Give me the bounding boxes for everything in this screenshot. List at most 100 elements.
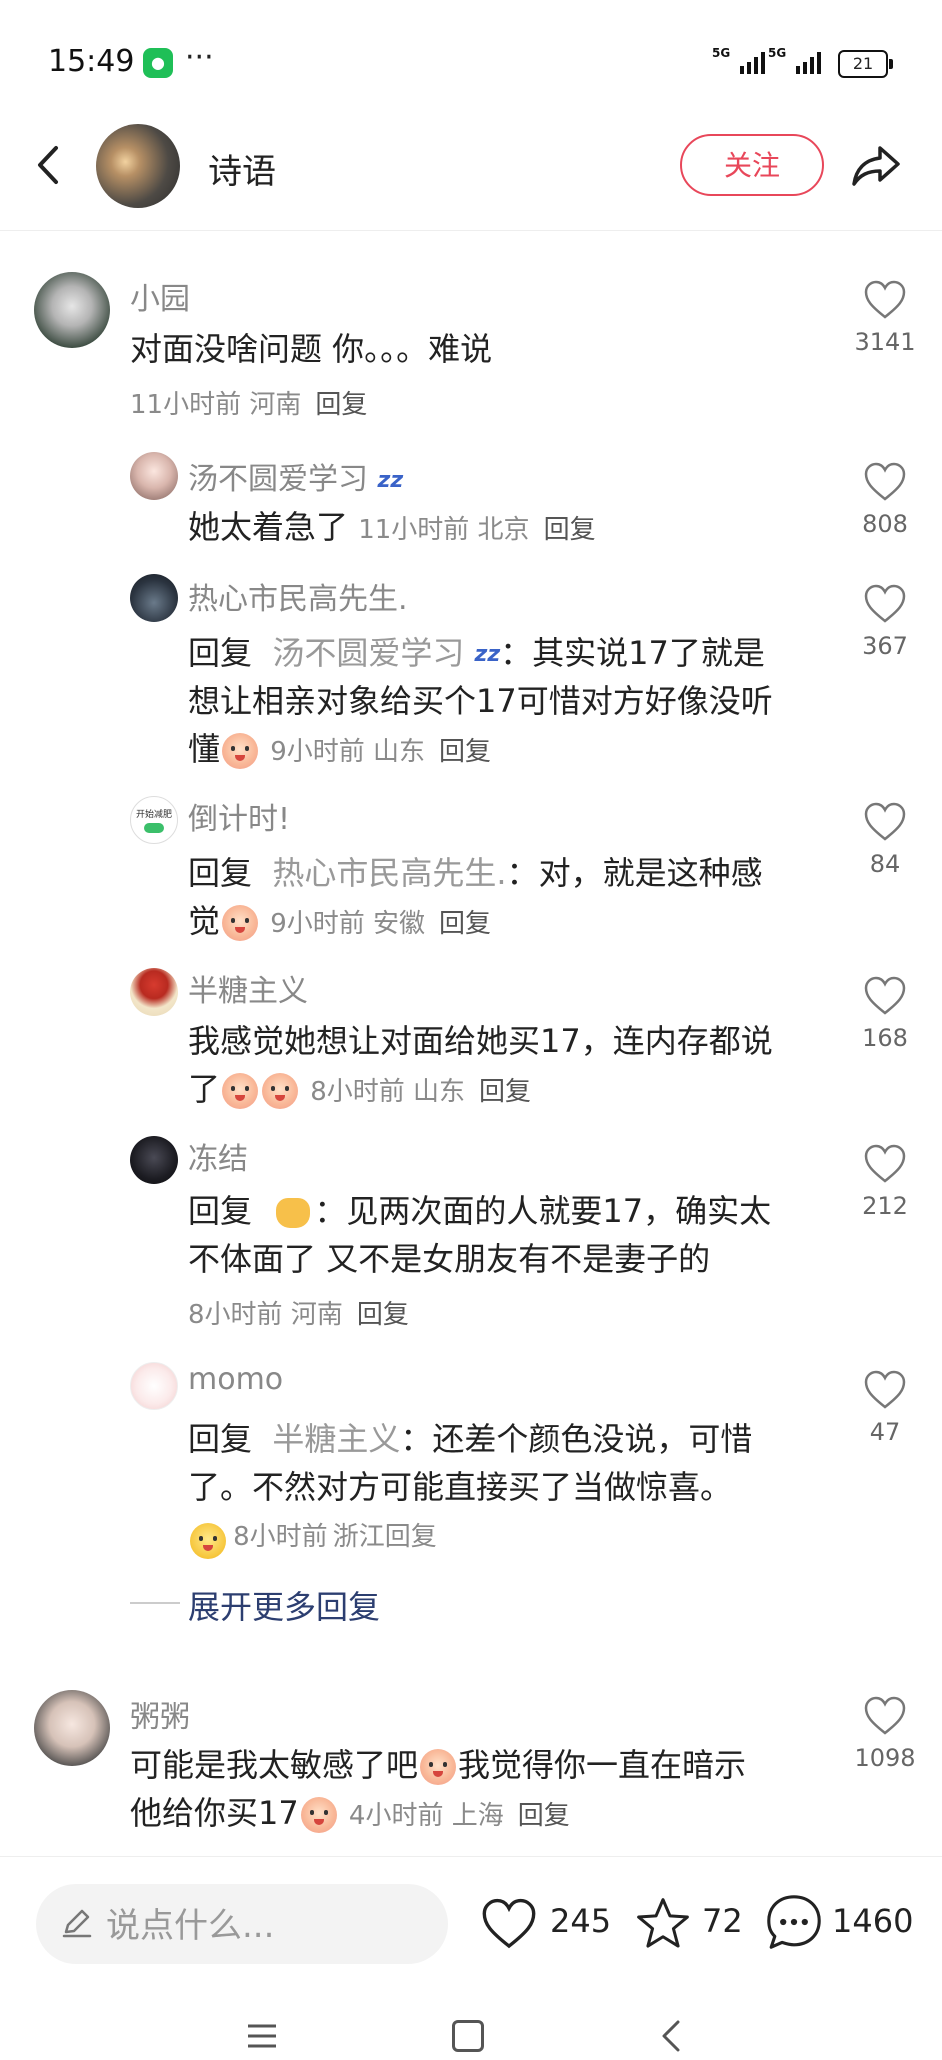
network-label: 5G (712, 46, 731, 60)
post-like-count: 245 (550, 1902, 612, 1940)
like-button[interactable]: 47 (840, 1370, 930, 1446)
avatar[interactable] (130, 452, 178, 500)
reply-button[interactable]: 回复 (385, 1522, 437, 1552)
star-icon[interactable] (634, 1896, 692, 1956)
comment-meta: 9小时前 安徽 回复 (270, 909, 491, 939)
like-button[interactable]: 1098 (840, 1696, 930, 1772)
comment-body-end: 了 (188, 1070, 221, 1108)
menu-icon[interactable] (244, 2020, 280, 2056)
heart-icon[interactable] (863, 584, 907, 624)
comment-body: 见两次面的人就要17，确实太 (346, 1192, 772, 1230)
comment-text-line2: 不体面了 又不是女朋友有不是妻子的 (188, 1240, 711, 1278)
comment-text: 回复 热心市民高先生.：对，就是这种感 (188, 854, 763, 892)
comment-text-line2: 觉 9小时前 安徽 回复 (188, 898, 491, 947)
reply-keyword: 回复 (188, 1192, 253, 1230)
reply-button[interactable]: 回复 (518, 1801, 570, 1831)
comment-text: 对面没啥问题 你。。。难说 (130, 330, 493, 368)
like-button[interactable]: 808 (840, 462, 930, 538)
comment-text: 我感觉她想让对面给她买17，连内存都说 (188, 1022, 773, 1060)
comment-location: 北京 (477, 515, 530, 545)
share-icon[interactable] (848, 140, 904, 192)
comment-time: 8小时前 (188, 1300, 283, 1330)
like-count: 1098 (854, 1744, 916, 1772)
reply-button[interactable]: 回复 (315, 390, 367, 420)
like-count: 168 (862, 1024, 908, 1052)
avatar[interactable] (34, 1690, 110, 1766)
reply-button[interactable]: 回复 (479, 1077, 531, 1107)
heart-icon[interactable] (863, 462, 907, 502)
like-button[interactable]: 3141 (840, 280, 930, 356)
comment-text-line2: 了 8小时前 山东 回复 (188, 1066, 531, 1115)
comment-body: 对，就是这种感 (538, 854, 763, 892)
back-arrow-icon[interactable] (30, 140, 70, 190)
star-count: 72 (702, 1902, 743, 1940)
comment-bubble-icon[interactable] (764, 1892, 824, 1956)
avatar[interactable]: 开始减肥 (130, 796, 178, 844)
heart-icon[interactable] (863, 802, 907, 842)
reply-button[interactable]: 回复 (439, 909, 491, 939)
comment-location: 河南 (290, 1300, 343, 1330)
comment-body-end: 懂 (188, 730, 221, 768)
heart-icon[interactable] (863, 280, 907, 320)
comment-location: 山东 (373, 737, 426, 767)
like-button[interactable]: 212 (840, 1144, 930, 1220)
comment-meta: 11小时前 河南 回复 (130, 384, 367, 421)
reply-button[interactable]: 回复 (357, 1300, 409, 1330)
avatar[interactable] (130, 1136, 178, 1184)
wechat-icon: ● (143, 48, 173, 78)
reply-button[interactable]: 回复 (439, 737, 491, 767)
author-name[interactable]: 诗语 (208, 144, 276, 193)
comment-text: 回复 ：见两次面的人就要17，确实太 (188, 1192, 772, 1230)
like-count: 47 (869, 1418, 901, 1446)
home-icon[interactable] (452, 2020, 484, 2052)
like-button[interactable]: 84 (840, 802, 930, 878)
reply-target[interactable]: 热心市民高先生. (272, 854, 506, 892)
comment-username[interactable]: 热心市民高先生. (188, 574, 408, 618)
battery-icon: 21 (838, 50, 893, 78)
comment-location: 安徽 (373, 909, 426, 939)
comment-input-placeholder[interactable]: 说点什么... (106, 1898, 274, 1947)
follow-button[interactable]: 关注 (680, 134, 824, 196)
username-text[interactable]: 汤不圆爱学习 (188, 462, 368, 497)
comment-username[interactable]: 粥粥 (130, 1692, 190, 1736)
comment-time: 8小时前 (233, 1522, 328, 1552)
comment-meta: 9小时前 山东 回复 (270, 737, 491, 767)
comment-time: 9小时前 (270, 909, 365, 939)
avatar[interactable] (34, 272, 110, 348)
author-avatar[interactable] (96, 124, 180, 208)
avatar[interactable] (130, 968, 178, 1016)
reply-button[interactable]: 回复 (544, 515, 596, 545)
heart-icon[interactable] (863, 1144, 907, 1184)
comment-text: 回复 半糖主义：还差个颜色没说，可惜 (188, 1420, 753, 1458)
network-label-2: 5G (768, 46, 787, 60)
comment-time: 4小时前 (348, 1801, 444, 1831)
avatar[interactable] (130, 574, 178, 622)
heart-icon[interactable] (863, 976, 907, 1016)
post-like-icon[interactable] (480, 1898, 538, 1954)
like-count: 808 (862, 510, 908, 538)
expand-more-replies[interactable]: 展开更多回复 (188, 1582, 380, 1628)
comment-username[interactable]: 小园 (130, 274, 190, 318)
comment-text: 可能是我太敏感了吧 我觉得你一直在暗示 (130, 1742, 746, 1788)
like-count: 3141 (854, 328, 916, 356)
avatar[interactable] (130, 1362, 178, 1410)
comment-username[interactable]: 汤不圆爱学习 zz (188, 454, 403, 498)
comment-username[interactable]: 冻结 (188, 1134, 248, 1178)
heart-icon[interactable] (863, 1696, 907, 1736)
comment-username[interactable]: 倒计时! (188, 794, 290, 838)
comment-text: 她太着急了 11小时前 北京 回复 (188, 504, 596, 553)
status-time: 15:49 (48, 44, 135, 79)
system-back-icon[interactable] (656, 2016, 688, 2060)
comment-username[interactable]: 半糖主义 (188, 966, 308, 1010)
comment-time: 8小时前 (310, 1077, 405, 1107)
like-button[interactable]: 367 (840, 584, 930, 660)
comment-body: 可能是我太敏感了吧 (130, 1746, 419, 1784)
reply-target[interactable]: 半糖主义 (272, 1420, 400, 1458)
comment-time: 11小时前 (358, 515, 470, 545)
status-bar: 15:49 ● ··· 5G 5G 21 (0, 0, 942, 120)
like-count: 367 (862, 632, 908, 660)
heart-icon[interactable] (863, 1370, 907, 1410)
like-button[interactable]: 168 (840, 976, 930, 1052)
reply-target[interactable]: 汤不圆爱学习 (272, 634, 464, 672)
comment-username[interactable]: momo (188, 1362, 283, 1397)
